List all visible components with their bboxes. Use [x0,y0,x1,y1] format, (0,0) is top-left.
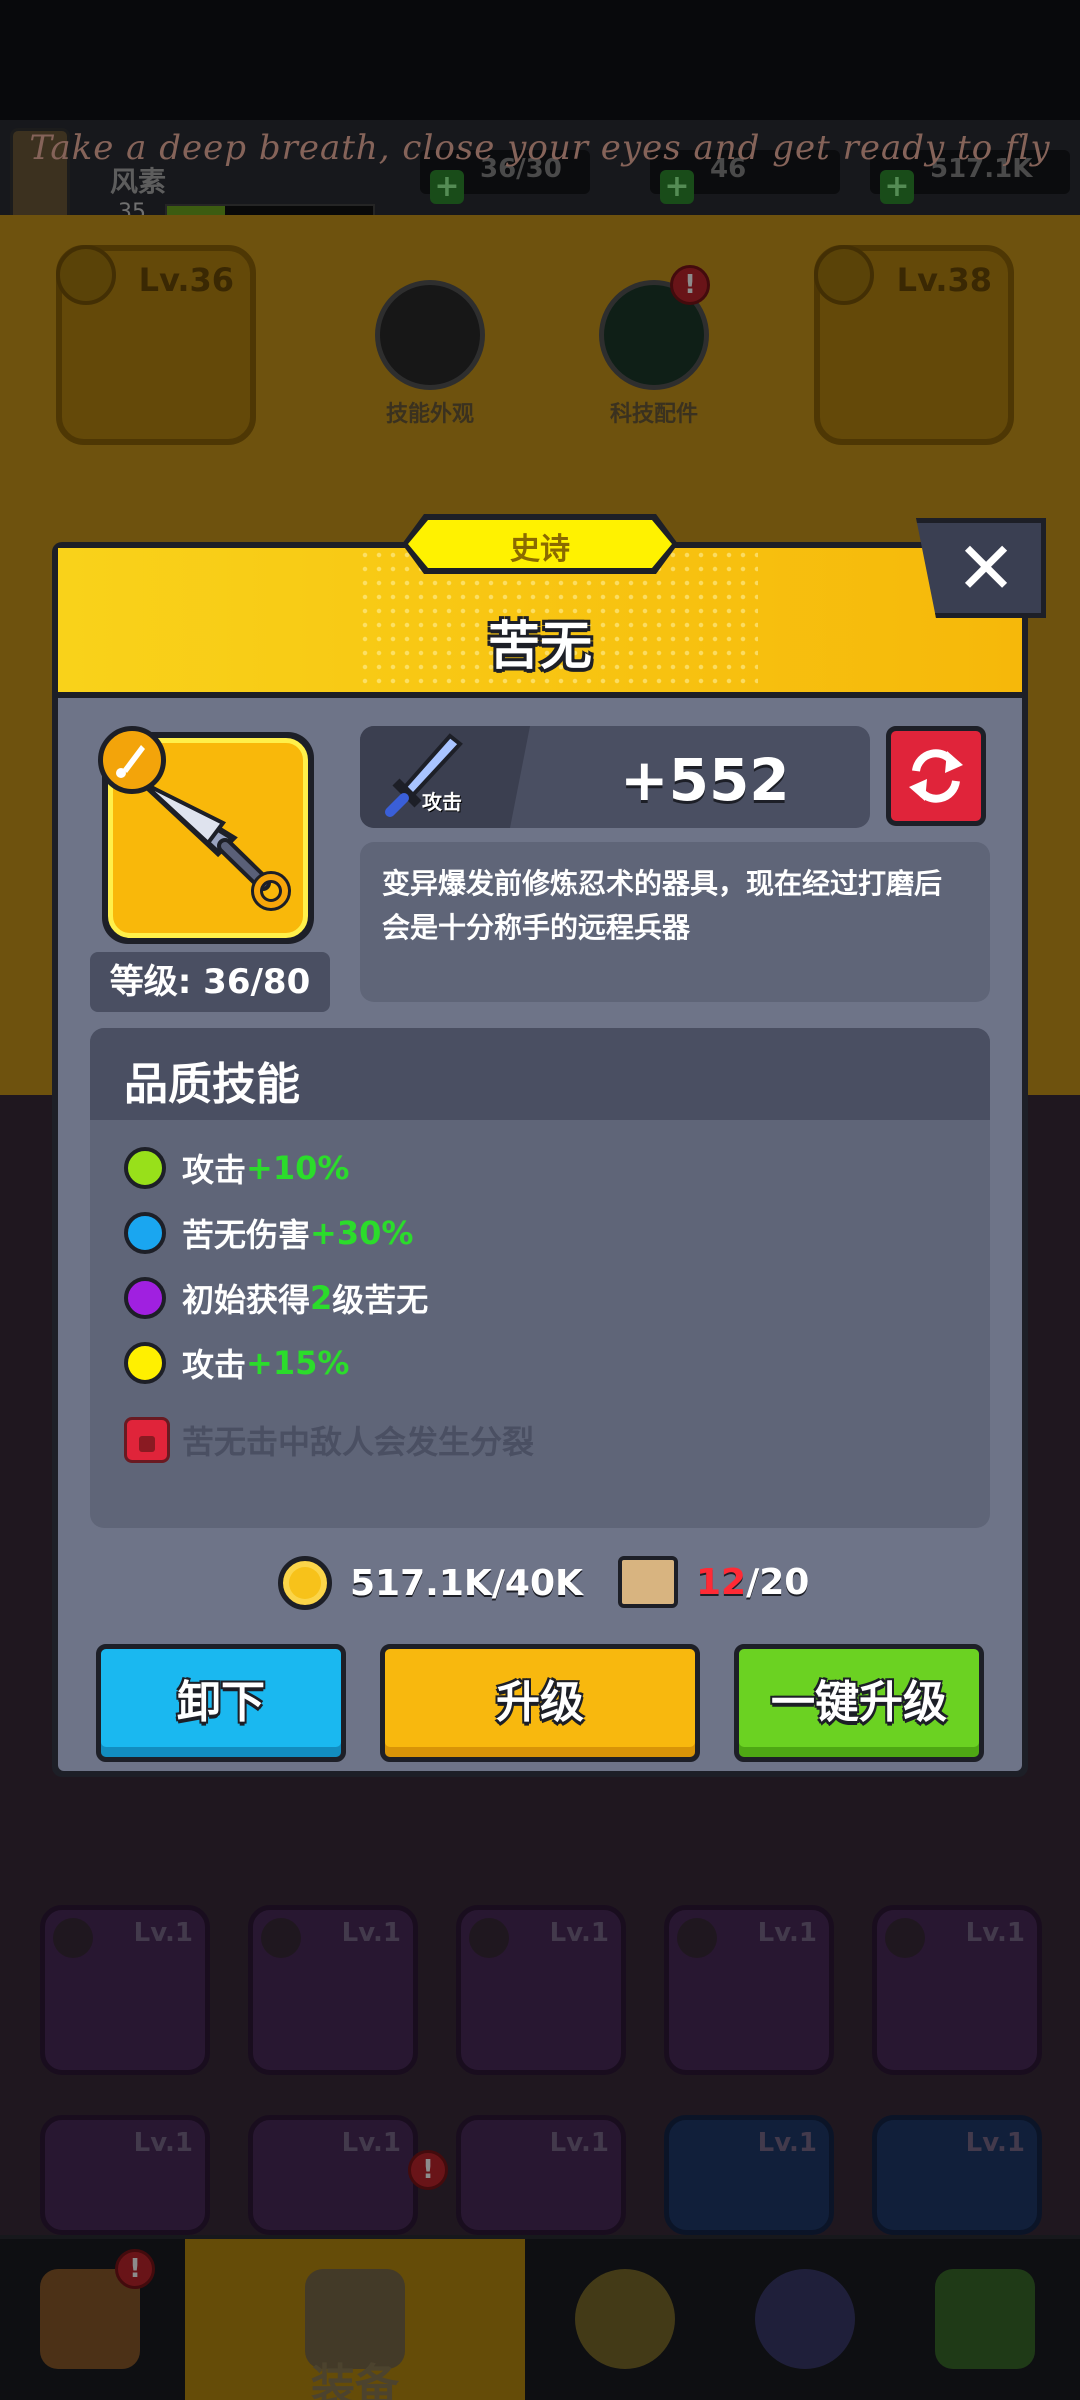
reroll-button[interactable] [886,726,986,826]
skill-row: 初始获得 2 级苦无 [124,1270,428,1326]
skill-name: 初始获得 [182,1281,311,1319]
skill-bonus: 2 [310,1279,333,1317]
gold-cost: 517.1K/40K [278,1556,583,1610]
upgrade-button[interactable]: 升级 [380,1644,700,1762]
gold-cost-value: 517.1K/40K [350,1562,583,1604]
yellow-dot-icon [124,1342,166,1384]
blue-dot-icon [124,1212,166,1254]
skill-row: 苦无伤害 +30% [124,1205,413,1261]
scroll-icon [618,1556,678,1608]
scroll-have: 12 [696,1561,747,1603]
skill-bonus: +15% [246,1344,350,1382]
skill-bonus: +30% [310,1214,414,1252]
attack-stat: 攻击 +552 [360,726,870,828]
scroll-cost: 12/20 [618,1556,809,1608]
quality-skills-panel: 品质技能 攻击 +10% 苦无伤害 +30% 初始获得 2 级苦无 攻击 +15% 苦无击… [90,1028,990,1528]
skill-name: 攻击 [182,1151,247,1189]
locked-skill-text: 苦无击中敌人会发生分裂 [182,1423,535,1461]
rarity-label: 史诗 [510,532,570,567]
skill-suffix: 级苦无 [332,1281,429,1319]
stat-icon-area: 攻击 [360,726,530,828]
stat-value: +552 [620,746,790,814]
weapon-type-icon [98,726,166,794]
locked-skill-row: 苦无击中敌人会发生分裂 [124,1412,534,1468]
refresh-icon [909,749,963,803]
scroll-need: /20 [746,1561,810,1603]
max-upgrade-button[interactable]: 一键升级 [734,1644,984,1762]
stat-label: 攻击 [422,790,462,814]
skill-row: 攻击 +10% [124,1140,349,1196]
close-icon: ✕ [955,526,1017,610]
lock-icon [124,1417,170,1463]
sword-icon [385,733,463,817]
skills-title: 品质技能 [90,1028,990,1120]
green-dot-icon [124,1147,166,1189]
unequip-button[interactable]: 卸下 [96,1644,346,1762]
skill-bonus: +10% [246,1149,350,1187]
purple-dot-icon [124,1277,166,1319]
skill-row: 攻击 +15% [124,1335,349,1391]
item-title: 苦无 [487,617,592,677]
skill-name: 苦无伤害 [182,1216,311,1254]
item-description: 变异爆发前修炼忍术的器具，现在经过打磨后会是十分称手的远程兵器 [360,842,990,1002]
skill-name: 攻击 [182,1346,247,1384]
coin-icon [278,1556,332,1610]
item-level: 等级: 36/80 [90,952,330,1012]
